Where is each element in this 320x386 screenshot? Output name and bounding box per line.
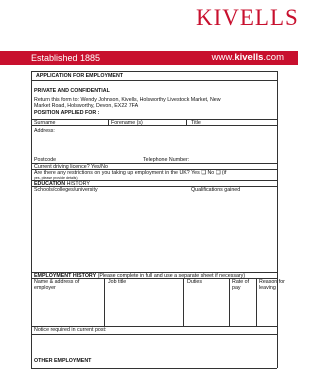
address-label: Address: [34,128,55,134]
telephone-label: Telephone Number: [143,157,190,163]
postcode-label: Postcode [34,157,57,163]
notice-label: Notice required in current post: [34,327,107,333]
return-address-line2: Market Road, Holsworthy, Devon, EX22 7FA [34,103,139,109]
rule-names-div1 [108,119,109,125]
emp-col-job: Job title [108,279,127,285]
emp-col-reason-line2: leaving [259,285,276,291]
position-applied-label: POSITION APPLIED FOR : [34,110,100,116]
website-link[interactable]: www.kivells.com [212,51,284,64]
rule-top [31,71,277,72]
rule-emp-div1 [104,278,105,326]
rule-names-top [31,119,277,120]
rule-title [31,80,277,81]
rule-emp-div2 [183,278,184,326]
established-text: Established 1885 [31,53,101,63]
rule-names-bottom [31,125,277,126]
rule-emp-div3 [229,278,230,326]
title-label: Title [191,119,201,126]
website-suffix: .com [263,52,284,63]
confidential-heading: PRIVATE AND CONFIDENTIAL [34,88,110,94]
form-title: APPLICATION FOR EMPLOYMENT [36,73,124,79]
forename-label: Forename (s) [111,119,143,126]
surname-label: Surname [34,119,56,126]
website-name: kivells [234,52,264,63]
rule-right [277,71,278,368]
other-employment-heading: OTHER EMPLOYMENT [34,358,92,364]
emp-col-name-line2: employer [34,285,56,291]
emp-col-duties: Duties [187,279,203,285]
emp-col-rate-line2: pay [232,285,241,291]
schools-label: Schools/colleges/university [34,187,98,193]
restrictions-note: yes, please provide details) [34,176,78,180]
website-prefix: www. [211,52,235,63]
rule-left [31,71,32,368]
kivells-logo: KIVELLS [196,5,299,30]
rule-notice-bottom [31,334,277,335]
rule-names-div2 [186,119,187,125]
rule-emp-div4 [256,278,257,326]
qualifications-label: Qualifications gained [191,187,241,193]
rule-bottom [31,368,277,369]
